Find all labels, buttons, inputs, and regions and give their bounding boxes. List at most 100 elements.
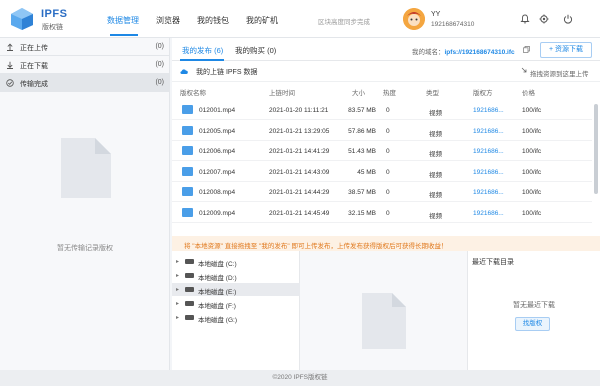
cell-time: 2021-01-21 14:41:29 [269, 148, 330, 155]
publish-resource-button[interactable]: + 资源下载 [540, 42, 592, 58]
brand-title: IPFS [41, 8, 68, 20]
empty-transfer-text: 暂无传输记录版权 [57, 245, 113, 252]
cell-price: 100/ifc [522, 168, 542, 176]
power-icon[interactable] [563, 14, 573, 24]
table-row[interactable]: 012007.mp4 2021-01-21 14:43:09 45 MB 0 视频 192… [172, 162, 592, 182]
avatar[interactable] [403, 8, 425, 30]
cell-time: 2021-01-20 11:11:21 [269, 107, 329, 114]
col-name: 版权名称 [180, 90, 206, 97]
user-phone: 192168674310 [431, 21, 475, 28]
table-row[interactable]: 012001.mp4 2021-01-20 11:11:21 83.57 MB 0 视频… [172, 100, 592, 120]
cell-owner[interactable]: 1921686... [473, 189, 504, 196]
tabs-bar: 我的发布 (6) 我的购买 (0) 我的域名：ipfs://1921686743… [172, 38, 600, 61]
find-copyright-button[interactable]: 找版权 [515, 317, 550, 331]
upload-notice: 将 "本地资源" 直接拖拽至 "我的发布" 即可上传发布，上传发布获得版权后可获… [172, 236, 600, 251]
user-name: YY [431, 11, 441, 18]
cloud-icon [180, 69, 188, 75]
gear-icon[interactable] [539, 14, 549, 24]
nav-data-management[interactable]: 数据管理 [107, 15, 139, 26]
video-file-icon [182, 146, 193, 155]
cell-owner[interactable]: 1921686... [473, 128, 504, 135]
local-folder-view [300, 251, 468, 370]
table-header: 版权名称 上链时间 大小 热度 类型 版权方 价格 [172, 84, 592, 98]
cell-heat: 0 [386, 148, 390, 155]
cell-size: 83.57 MB [348, 107, 376, 114]
cell-heat: 0 [386, 209, 390, 217]
col-price: 价格 [522, 90, 535, 97]
main-panel: 我的发布 (6) 我的购买 (0) 我的域名：ipfs://1921686743… [172, 38, 600, 370]
empty-document-icon [61, 138, 111, 198]
video-file-icon [182, 187, 193, 196]
recent-downloads-empty: 暂无最近下载 [513, 302, 555, 309]
cell-price: 100/ifc [522, 189, 542, 196]
cell-time: 2021-01-21 14:45:49 [269, 209, 330, 217]
check-icon [6, 79, 14, 87]
drive-label: 本地磁盘 (F:) [198, 303, 236, 310]
cell-type: 视频 [429, 212, 442, 220]
col-heat: 热度 [383, 90, 396, 97]
brand-subtitle: 版权链 [42, 24, 63, 31]
col-owner: 版权方 [473, 90, 493, 97]
footer-copyright: ©2020 IPFS版权链 [272, 374, 328, 381]
expand-arrow-icon[interactable]: ▸ [176, 258, 179, 265]
col-size: 大小 [352, 90, 365, 97]
upload-notice-text: 将 "本地资源" 直接拖拽至 "我的发布" 即可上传发布，上传发布获得版权后可获… [184, 243, 448, 250]
nav-browser[interactable]: 浏览器 [156, 15, 180, 26]
drive-item[interactable]: ▸ 本地磁盘 (E:) [172, 283, 300, 296]
table-row[interactable]: 012005.mp4 2021-01-21 13:29:05 57.86 MB 0 视频… [172, 121, 592, 141]
nav-miner[interactable]: 我的矿机 [246, 15, 278, 26]
cell-owner[interactable]: 1921686... [473, 210, 504, 217]
cell-time: 2021-01-21 14:43:09 [269, 168, 330, 176]
recent-downloads-panel: 最近下载目录 暂无最近下载 找版权 [468, 251, 600, 370]
task-downloading[interactable]: 正在下载 (0) [0, 56, 170, 74]
expand-arrow-icon[interactable]: ▸ [176, 300, 179, 307]
expand-arrow-icon[interactable]: ▸ [176, 272, 179, 279]
cell-owner[interactable]: 1921686... [473, 169, 504, 176]
ipfs-logo-icon [11, 8, 33, 30]
cell-name: 012007.mp4 [199, 168, 236, 176]
hard-drive-icon [185, 301, 194, 306]
drive-label: 本地磁盘 (D:) [198, 275, 237, 282]
cell-type: 视频 [429, 130, 442, 138]
table-row[interactable]: 012008.mp4 2021-01-21 14:44:29 38.57 MB 0 视频… [172, 182, 592, 202]
cell-owner[interactable]: 1921686... [473, 107, 504, 114]
nav-active-indicator [110, 34, 138, 36]
video-file-icon [182, 166, 193, 176]
cell-heat: 0 [386, 168, 390, 176]
drive-item[interactable]: ▸ 本地磁盘 (D:) [172, 269, 300, 282]
drive-item[interactable]: ▸ 本地磁盘 (C:) [172, 255, 300, 268]
avatar-icon [403, 8, 425, 30]
cell-heat: 0 [386, 189, 390, 196]
expand-arrow-icon[interactable]: ▸ [176, 286, 179, 293]
cell-name: 012008.mp4 [199, 189, 236, 196]
bell-icon[interactable] [520, 14, 530, 24]
ipfs-data-label: 我的上链 IPFS 数据 [196, 69, 258, 76]
cell-size: 38.57 MB [348, 189, 376, 196]
copy-icon[interactable] [523, 46, 530, 53]
tab-my-published[interactable]: 我的发布 (6) [182, 45, 223, 56]
recent-downloads-title: 最近下载目录 [472, 259, 514, 266]
table-row[interactable]: 012006.mp4 2021-01-21 14:41:29 51.43 MB 0 视频… [172, 141, 592, 161]
video-file-icon [182, 125, 193, 135]
task-uploading-count: (0) [155, 43, 164, 50]
empty-document-icon [362, 293, 406, 349]
cell-price: 100/ifc [522, 107, 542, 114]
nav-wallet[interactable]: 我的钱包 [197, 15, 229, 26]
hard-drive-icon [185, 287, 194, 292]
tab-my-purchased[interactable]: 我的购买 (0) [235, 45, 276, 56]
table-row[interactable]: 012009.mp4 2021-01-21 14:45:49 32.15 MB 0 视频… [172, 203, 592, 223]
cell-owner[interactable]: 1921686... [473, 148, 504, 155]
table-scrollbar[interactable] [594, 104, 598, 194]
drive-item[interactable]: ▸ 本地磁盘 (G:) [172, 311, 300, 324]
cell-time: 2021-01-21 13:29:05 [269, 127, 330, 135]
expand-arrow-icon[interactable]: ▸ [176, 314, 179, 321]
task-completed[interactable]: 传输完成 (0) [0, 74, 170, 92]
drive-item[interactable]: ▸ 本地磁盘 (F:) [172, 297, 300, 310]
hard-drive-icon [185, 315, 194, 320]
cell-heat: 0 [386, 127, 390, 135]
transfer-panel: 正在上传 (0) 正在下载 (0) 传输完成 (0) 暂无传输记录版权 [0, 38, 170, 370]
cell-type: 视频 [429, 171, 442, 179]
hard-drive-icon [185, 273, 194, 278]
domain-value: ipfs://192168674310.ifc [444, 49, 515, 56]
task-uploading[interactable]: 正在上传 (0) [0, 38, 170, 56]
